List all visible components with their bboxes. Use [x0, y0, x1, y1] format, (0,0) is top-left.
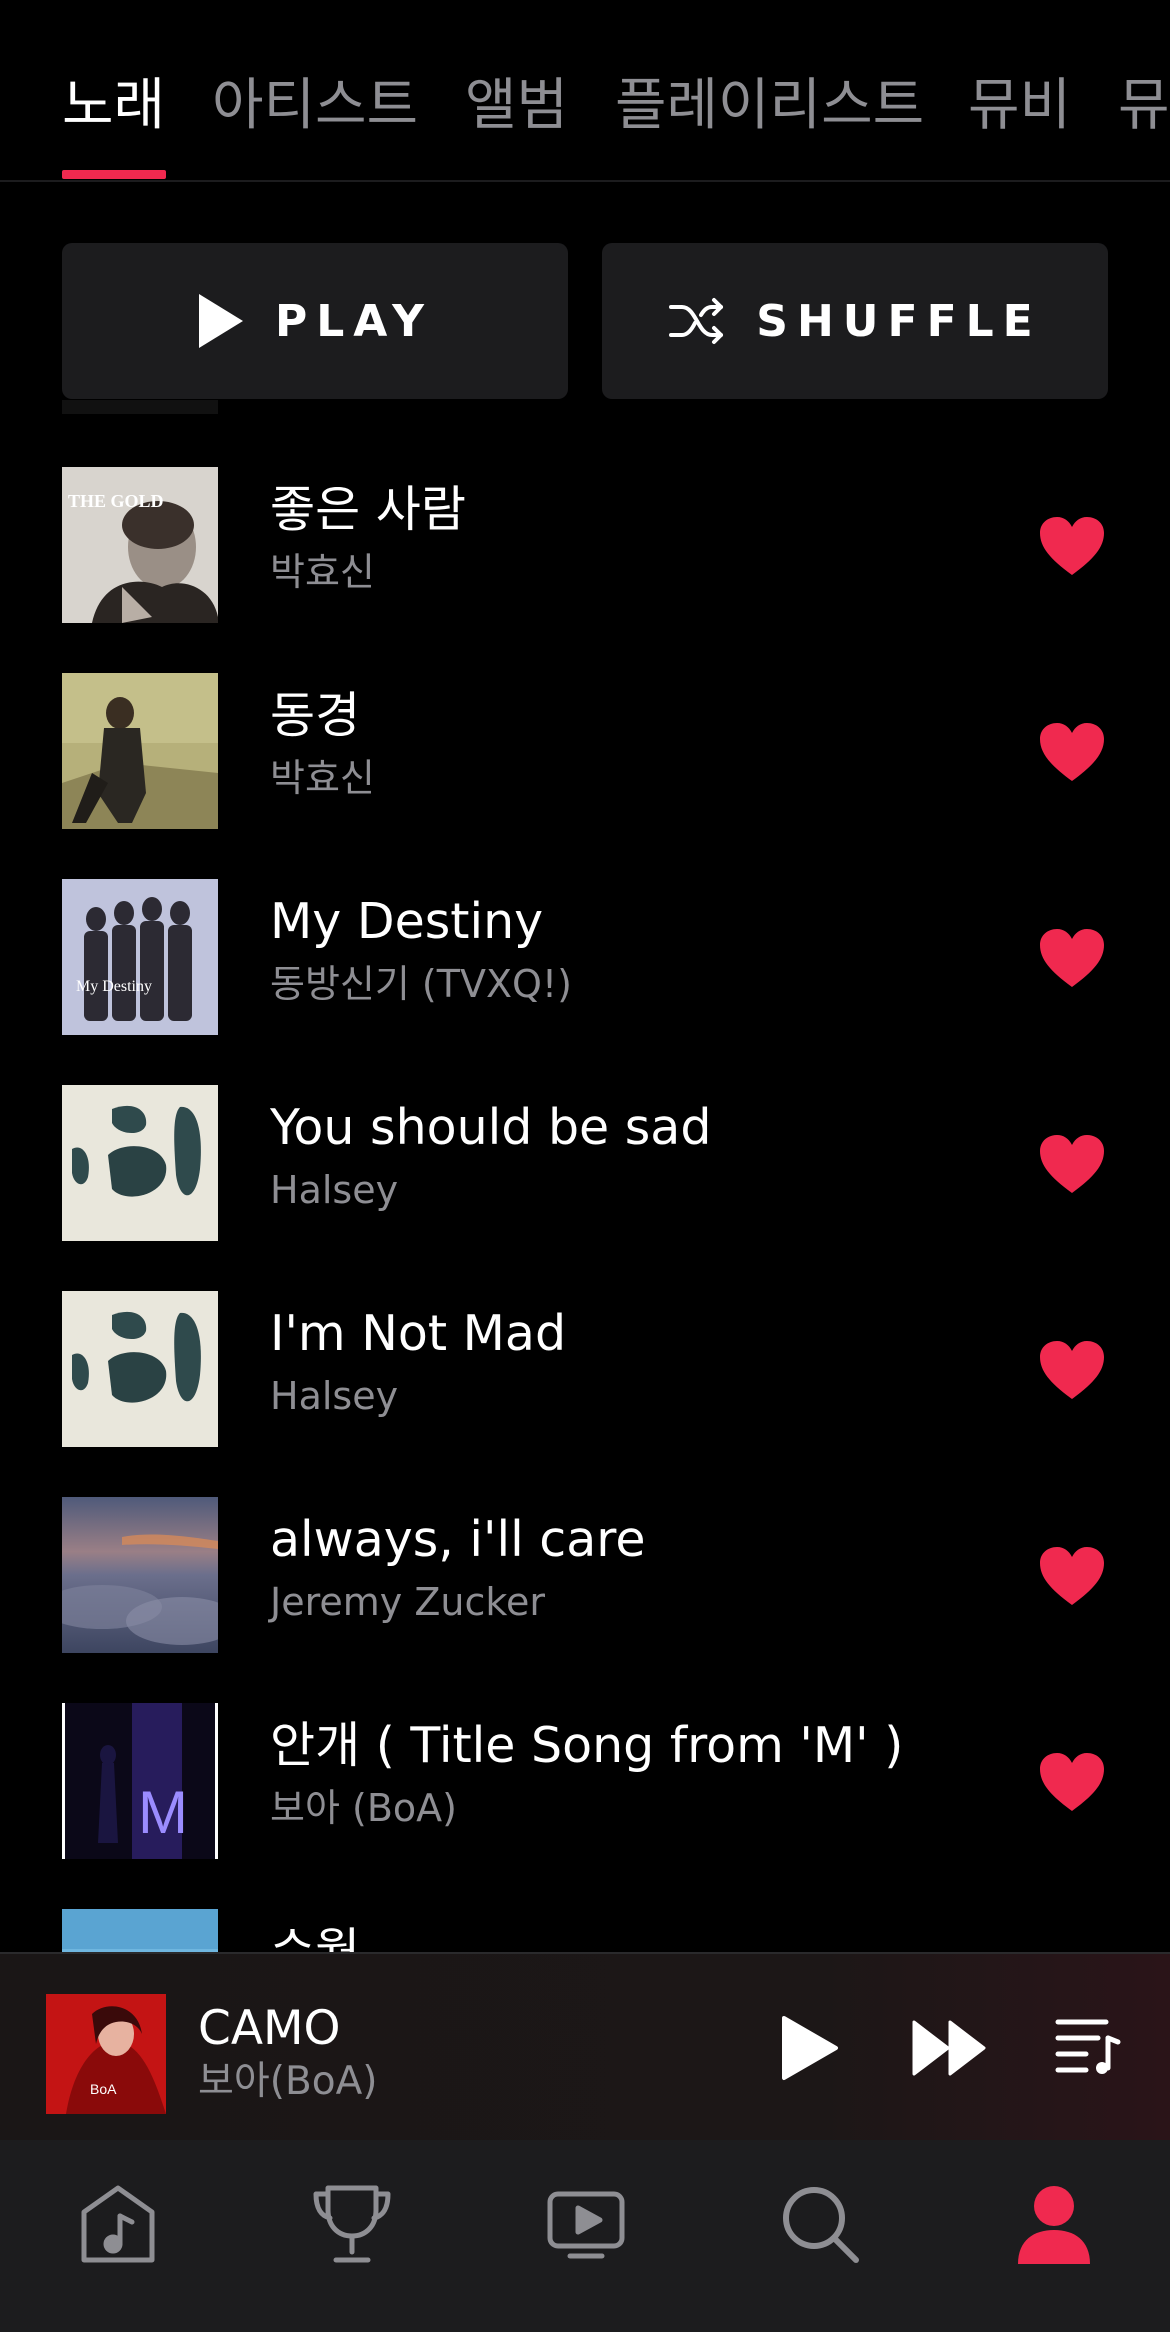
song-title: always, i'll care — [270, 1511, 646, 1568]
song-artist: Jeremy Zucker — [270, 1580, 545, 1624]
tab-albums[interactable]: 앨범 — [465, 70, 568, 142]
play-button-label: PLAY — [275, 295, 433, 347]
bottom-nav — [0, 2140, 1170, 2332]
tab-more[interactable]: 뮤 — [1118, 70, 1170, 142]
song-title: 좋은 사람 — [270, 481, 466, 538]
heart-icon[interactable] — [1038, 721, 1106, 783]
now-playing-title: CAMO — [198, 2001, 341, 2056]
song-artist: Halsey — [270, 1168, 399, 1212]
heart-icon[interactable] — [1038, 927, 1106, 989]
song-title: 수월 — [270, 1923, 361, 1952]
song-row[interactable]: You should be sad Halsey — [0, 1085, 1170, 1241]
song-title: You should be sad — [270, 1099, 712, 1156]
heart-icon[interactable] — [1038, 1751, 1106, 1813]
now-playing-art: BoA — [46, 1994, 166, 2114]
album-art — [62, 1085, 218, 1241]
song-artist: 보아 (BoA) — [270, 1786, 457, 1830]
heart-icon[interactable] — [1038, 1133, 1106, 1195]
play-icon[interactable] — [780, 2014, 840, 2082]
album-art — [62, 1497, 218, 1653]
music-note-icon[interactable] — [76, 2182, 160, 2266]
album-art-text: THE GOLD — [68, 491, 164, 511]
trophy-icon[interactable] — [310, 2182, 394, 2266]
song-row[interactable]: I'm Not Mad Halsey — [0, 1291, 1170, 1447]
heart-icon[interactable] — [1038, 1339, 1106, 1401]
heart-icon[interactable] — [1038, 1545, 1106, 1607]
album-art — [62, 1291, 218, 1447]
category-tabs: 노래 아티스트 앨범 플레이리스트 뮤비 뮤 — [0, 0, 1170, 182]
song-row[interactable]: M 안개 ( Title Song from 'M' ) 보아 (BoA) — [0, 1703, 1170, 1859]
partial-album-art — [62, 400, 218, 414]
song-row[interactable]: always, i'll care Jeremy Zucker — [0, 1497, 1170, 1653]
play-button[interactable]: PLAY — [62, 243, 568, 399]
song-title: 동경 — [270, 687, 361, 744]
song-row[interactable]: 동경 박효신 — [0, 673, 1170, 829]
song-title: My Destiny — [270, 893, 544, 950]
active-tab-indicator — [62, 170, 166, 179]
song-artist: 박효신 — [270, 756, 375, 800]
song-title: I'm Not Mad — [270, 1305, 567, 1362]
album-art — [62, 673, 218, 829]
tab-playlists[interactable]: 플레이리스트 — [615, 70, 924, 142]
search-icon[interactable] — [778, 2182, 862, 2266]
song-artist: 동방신기 (TVXQ!) — [270, 962, 572, 1006]
mini-player[interactable]: BoA CAMO 보아(BoA) — [0, 1952, 1170, 2140]
tab-songs[interactable]: 노래 — [62, 70, 165, 142]
album-art — [62, 1909, 218, 1952]
now-playing-art-text: BoA — [90, 2081, 117, 2097]
profile-icon[interactable] — [1012, 2182, 1096, 2266]
song-artist: Halsey — [270, 1374, 399, 1418]
shuffle-icon — [669, 298, 724, 344]
heart-icon[interactable] — [1038, 515, 1106, 577]
album-art: My Destiny — [62, 879, 218, 1035]
song-artist: 박효신 — [270, 550, 375, 594]
album-art: M — [62, 1703, 218, 1859]
shuffle-button-label: SHUFFLE — [756, 295, 1042, 347]
song-row[interactable]: My Destiny My Destiny 동방신기 (TVXQ!) — [0, 879, 1170, 1035]
song-row[interactable]: 수월 — [0, 1909, 1170, 1952]
tab-music-videos[interactable]: 뮤비 — [968, 70, 1071, 142]
video-play-icon[interactable] — [544, 2182, 628, 2266]
album-art-text: My Destiny — [76, 978, 152, 995]
album-art: THE GOLD — [62, 467, 218, 623]
fast-forward-icon[interactable] — [912, 2020, 986, 2076]
song-list: THE GOLD 좋은 사람 박효신 동경 박효신 My Destiny My … — [0, 400, 1170, 1952]
album-art-text: M — [138, 1779, 188, 1846]
song-row[interactable]: THE GOLD 좋은 사람 박효신 — [0, 467, 1170, 623]
song-title: 안개 ( Title Song from 'M' ) — [270, 1717, 904, 1774]
shuffle-button[interactable]: SHUFFLE — [602, 243, 1108, 399]
tab-artists[interactable]: 아티스트 — [212, 70, 418, 142]
queue-icon[interactable] — [1054, 2016, 1122, 2078]
now-playing-artist: 보아(BoA) — [198, 2059, 378, 2104]
play-icon — [199, 294, 243, 348]
